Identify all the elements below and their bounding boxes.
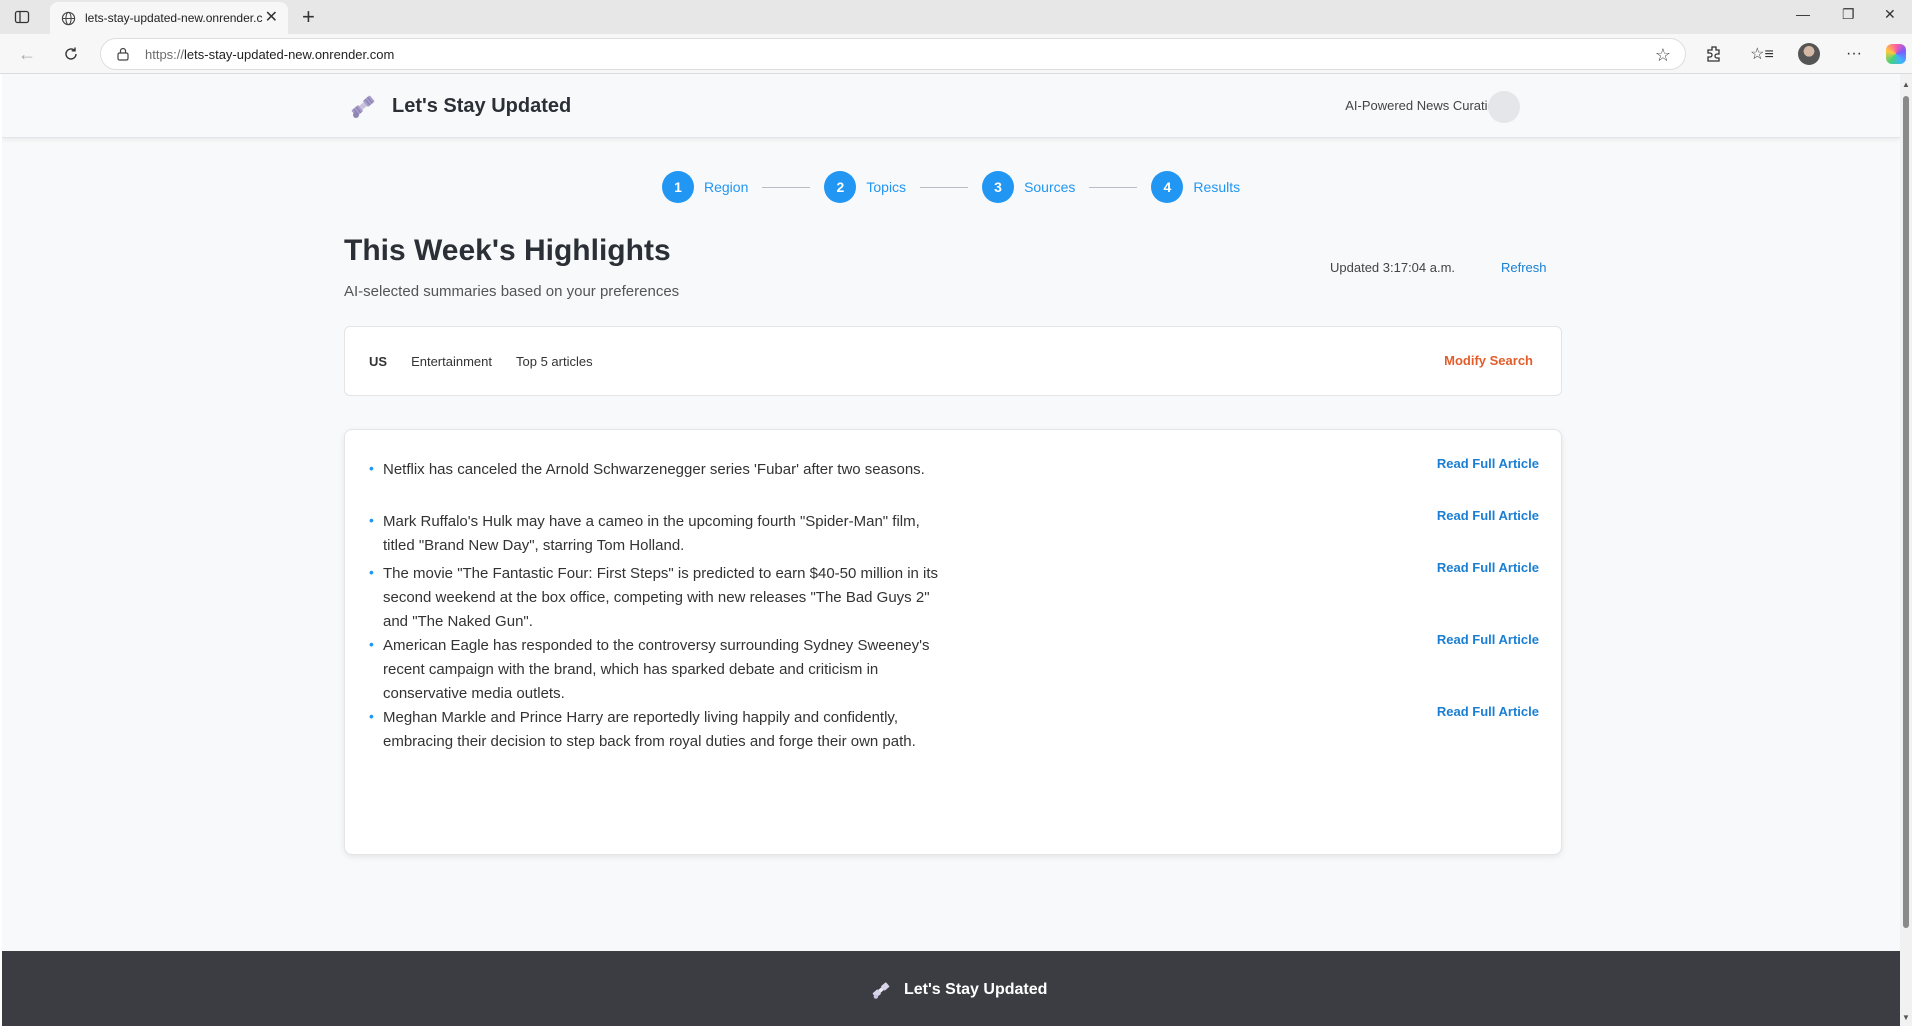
url-field[interactable]: https://lets-stay-updated-new.onrender.c… <box>100 38 1686 70</box>
page-scrollbar[interactable]: ▲ ▼ <box>1900 74 1912 1026</box>
site-footer: Let's Stay Updated <box>2 951 1900 1026</box>
step-label: Topics <box>866 179 907 195</box>
copilot-icon[interactable] <box>1884 42 1908 66</box>
refresh-button[interactable]: Refresh <box>1501 260 1547 275</box>
favorites-icon[interactable]: ☆≡ <box>1750 42 1774 66</box>
bullet-icon: • <box>369 636 374 652</box>
brand[interactable]: Let's Stay Updated <box>348 91 571 121</box>
satellite-logo-icon <box>348 91 378 121</box>
globe-icon <box>60 10 76 26</box>
sidebar-toggle-icon[interactable] <box>12 7 32 27</box>
minimize-icon[interactable]: — <box>1796 6 1810 22</box>
article-summary: American Eagle has responded to the cont… <box>383 637 930 702</box>
articles-list: • Netflix has canceled the Arnold Schwar… <box>344 429 1562 855</box>
address-bar: ← https://lets-stay-updated-new.onrender… <box>0 34 1912 74</box>
back-icon[interactable]: ← <box>16 43 38 65</box>
scroll-down-icon[interactable]: ▼ <box>1902 1013 1910 1022</box>
step-number: 2 <box>824 171 857 203</box>
step-label: Region <box>704 179 749 195</box>
satellite-logo-icon <box>870 979 892 1001</box>
page-title: This Week's Highlights <box>344 234 671 267</box>
step-number: 3 <box>982 171 1015 203</box>
scroll-up-icon[interactable]: ▲ <box>1902 80 1910 89</box>
favorite-star-icon[interactable]: ☆ <box>1655 45 1671 66</box>
close-window-icon[interactable]: ✕ <box>1884 6 1896 23</box>
browser-tab[interactable]: lets-stay-updated-new.onrender.com ✕ <box>50 2 288 34</box>
read-full-article-link[interactable]: Read Full Article <box>1437 456 1539 471</box>
article-summary: Meghan Markle and Prince Harry are repor… <box>383 709 916 750</box>
site-title: Let's Stay Updated <box>392 94 572 117</box>
page-viewport: Let's Stay Updated AI-Powered News Curat… <box>2 74 1900 1026</box>
footer-title: Let's Stay Updated <box>904 981 1048 998</box>
read-full-article-link[interactable]: Read Full Article <box>1437 704 1539 719</box>
step-number: 1 <box>662 171 694 203</box>
step-number: 4 <box>1151 171 1184 203</box>
step-results[interactable]: 4 Results <box>1151 171 1240 203</box>
new-tab-icon[interactable]: + <box>302 4 315 30</box>
bullet-icon: • <box>369 460 374 476</box>
step-region[interactable]: 1 Region <box>662 171 748 203</box>
extensions-icon[interactable] <box>1702 42 1726 66</box>
step-connector <box>920 186 969 188</box>
step-connector <box>1089 186 1138 188</box>
url-text: https://lets-stay-updated-new.onrender.c… <box>145 46 395 62</box>
scrollbar-thumb[interactable] <box>1903 96 1909 928</box>
step-label: Results <box>1193 179 1241 195</box>
site-header: Let's Stay Updated AI-Powered News Curat… <box>2 74 1900 138</box>
read-full-article-link[interactable]: Read Full Article <box>1437 632 1539 647</box>
article-summary: Mark Ruffalo's Hulk may have a cameo in … <box>383 513 920 554</box>
read-full-article-link[interactable]: Read Full Article <box>1437 508 1539 523</box>
footer-brand: Let's Stay Updated <box>870 979 1047 1001</box>
step-connector <box>762 186 811 188</box>
progress-stepper: 1 Region 2 Topics 3 Sources 4 Results <box>662 171 1240 203</box>
article-count-chip: Top 5 articles <box>516 353 593 369</box>
region-chip: US <box>369 353 388 369</box>
read-full-article-link[interactable]: Read Full Article <box>1437 560 1539 575</box>
bullet-icon: • <box>369 708 374 724</box>
profile-avatar[interactable] <box>1797 42 1821 66</box>
search-summary-card: US Entertainment Top 5 articles Modify S… <box>344 326 1562 396</box>
step-topics[interactable]: 2 Topics <box>824 171 906 203</box>
bullet-icon: • <box>369 564 374 580</box>
tab-title: lets-stay-updated-new.onrender.com <box>85 11 263 25</box>
tagline: AI-Powered News Curation <box>1345 98 1502 113</box>
user-avatar[interactable] <box>1488 91 1520 123</box>
step-sources[interactable]: 3 Sources <box>982 171 1075 203</box>
more-options-icon[interactable]: ··· <box>1842 42 1866 66</box>
updated-timestamp: Updated 3:17:04 a.m. <box>1330 260 1456 275</box>
article-summary: The movie "The Fantastic Four: First Ste… <box>383 565 939 630</box>
bullet-icon: • <box>369 512 374 528</box>
article-summary: Netflix has canceled the Arnold Schwarze… <box>383 461 925 478</box>
close-tab-icon[interactable]: ✕ <box>265 10 278 26</box>
page-subtitle: AI-selected summaries based on your pref… <box>344 283 680 300</box>
reload-icon[interactable] <box>60 43 82 65</box>
lock-icon[interactable] <box>117 47 131 61</box>
restore-icon[interactable]: ❐ <box>1842 6 1855 23</box>
browser-tab-bar: lets-stay-updated-new.onrender.com ✕ + —… <box>0 0 1912 34</box>
modify-search-button[interactable]: Modify Search <box>1444 353 1533 368</box>
topic-chip: Entertainment <box>411 353 492 369</box>
step-label: Sources <box>1024 179 1076 195</box>
